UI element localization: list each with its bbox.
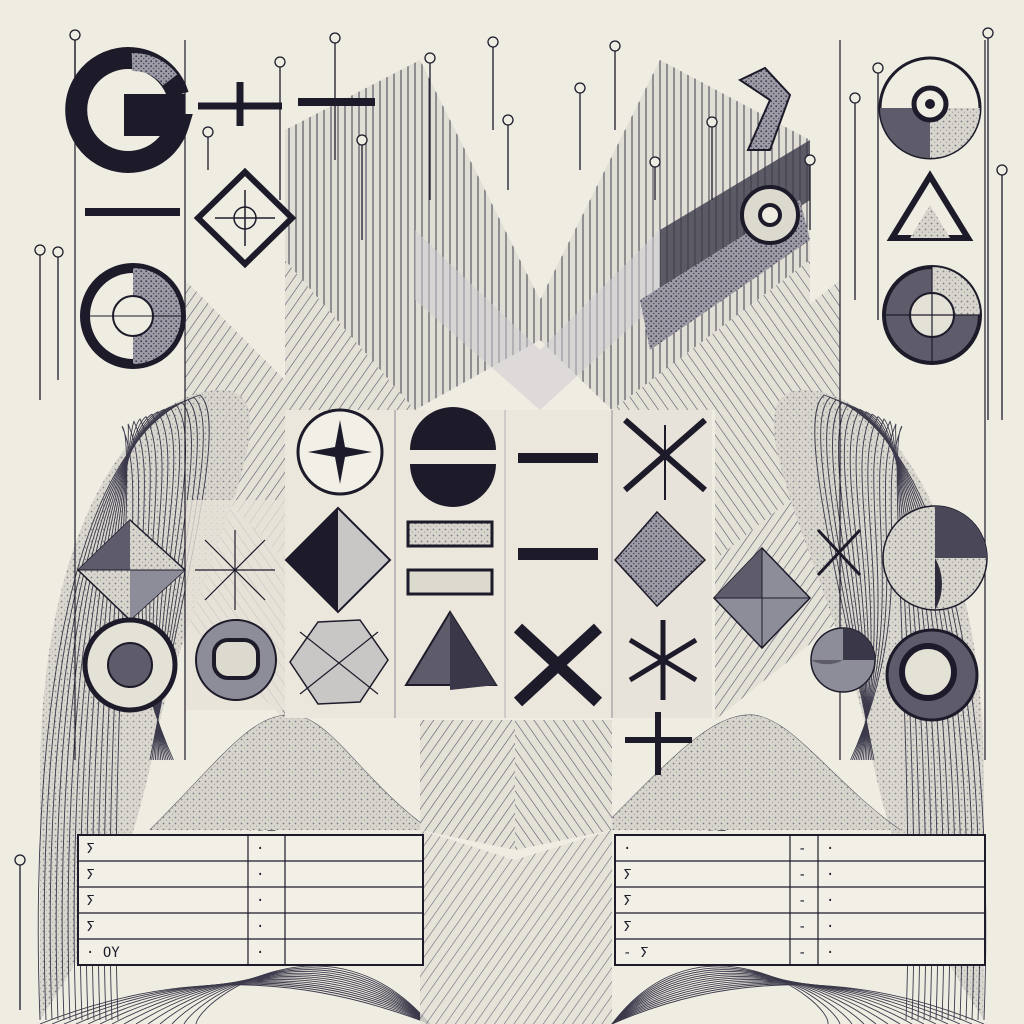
antenna-node [804, 154, 816, 166]
table-cell: - [798, 919, 806, 935]
minus-icon [518, 453, 598, 463]
table-cell: ⵢ [86, 867, 95, 883]
fan-circle-icon [810, 627, 876, 693]
table-cell: · [256, 919, 264, 935]
antenna-node [274, 56, 286, 68]
antenna-node [502, 114, 514, 126]
table-cell: ⵢ [623, 867, 632, 883]
table-cell: · [826, 841, 834, 857]
split-ring-icon [882, 265, 982, 365]
table-cell: · [256, 893, 264, 909]
table-cell: · [826, 919, 834, 935]
antenna-node [202, 126, 214, 138]
antenna-node [14, 854, 26, 866]
ring-icon [885, 628, 979, 722]
table-cell: - [798, 945, 806, 961]
antenna-node [849, 92, 861, 104]
table-cell: ⵢ [86, 841, 95, 857]
antenna-node [706, 116, 718, 128]
table-cell: ⵢ [623, 893, 632, 909]
table-cell: · [826, 867, 834, 883]
antenna-node [649, 156, 661, 168]
antenna-node [982, 27, 994, 39]
table-cell: · [256, 841, 264, 857]
table-cell: · [826, 945, 834, 961]
table-cell: - ⵢ [623, 945, 649, 961]
compass-star-icon [195, 530, 275, 610]
antenna-node [52, 246, 64, 258]
compass-star-icon [296, 408, 384, 496]
table-cell: · [826, 893, 834, 909]
split-circle-icon [882, 505, 988, 611]
antenna-node [574, 82, 586, 94]
table-cell: ⵢ [86, 919, 95, 935]
antenna-node [609, 40, 621, 52]
table-cell: - [798, 867, 806, 883]
abstract-glyph-artwork: ⵢ · ⵢ · ⵢ · ⵢ · · OY · · - · ⵢ - · ⵢ - · ⵢ - · - ⵢ - · [0, 0, 1024, 1024]
antenna-node [356, 134, 368, 146]
right-data-table: · - · ⵢ - · ⵢ - · ⵢ - · - ⵢ - · [614, 834, 986, 966]
antenna-node [329, 32, 341, 44]
antenna-node [487, 36, 499, 48]
minus-icon [518, 548, 598, 560]
table-cell: · OY [86, 945, 120, 961]
ring-icon [740, 185, 800, 245]
antenna-node [424, 52, 436, 64]
half-circle-icon [80, 263, 186, 369]
table-cell: · [256, 867, 264, 883]
table-cell: · [623, 841, 631, 857]
antenna-node [69, 29, 81, 41]
table-cell: · [256, 945, 264, 961]
table-cell: ⵢ [86, 893, 95, 909]
table-cell: - [798, 841, 806, 857]
ring-icon [82, 617, 178, 713]
antenna-node [872, 62, 884, 74]
table-cell: - [798, 893, 806, 909]
ring-icon [195, 619, 277, 701]
table-cell: ⵢ [623, 919, 632, 935]
table-frame [77, 834, 424, 966]
antenna-node [34, 244, 46, 256]
antenna-node [996, 164, 1008, 176]
left-data-table: ⵢ · ⵢ · ⵢ · ⵢ · · OY · [77, 834, 424, 966]
